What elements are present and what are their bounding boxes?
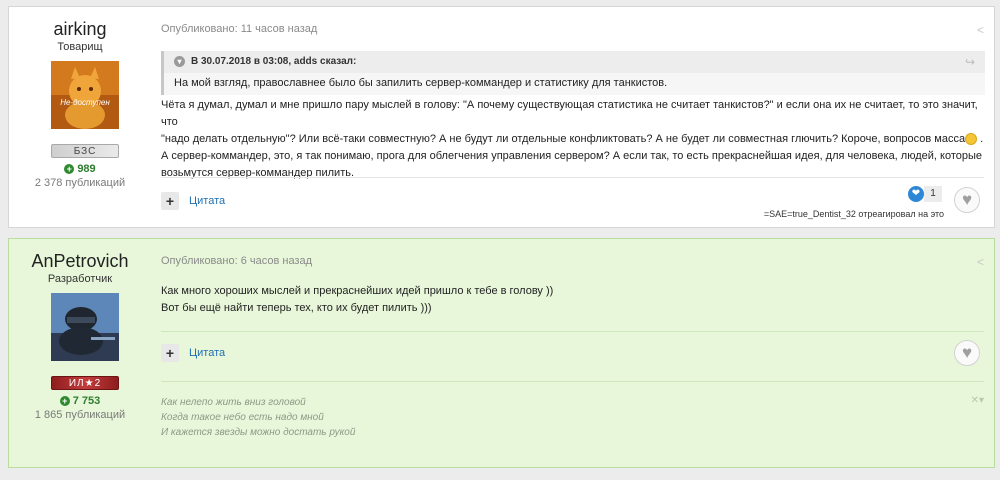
- badge-label: ИЛ★2: [68, 378, 102, 389]
- author-rank: Товарищ: [57, 41, 103, 53]
- divider: [161, 331, 984, 332]
- reaction-count: 1: [924, 185, 942, 202]
- user-badge: ИЛ★2: [51, 376, 119, 390]
- badge-label: БЗС: [73, 146, 97, 157]
- plus-icon: +: [59, 396, 70, 407]
- smiley-icon: [965, 133, 978, 146]
- signature-hide-icon[interactable]: ✕▾: [971, 395, 984, 406]
- share-icon[interactable]: <: [977, 255, 984, 269]
- publications-count: 2 378 публикаций: [34, 177, 126, 189]
- react-heart-button[interactable]: ♥: [954, 187, 980, 213]
- post-2: AnPetrovich Разработчик ИЛ★2 +7 753 1 86…: [8, 238, 995, 468]
- quote-button[interactable]: Цитата: [189, 347, 225, 359]
- signature-line: И кажется звезды можно достать рукой: [161, 427, 356, 438]
- post-content: Как много хороших мыслей и прекраснейших…: [161, 283, 987, 317]
- content-text: "надо делать отдельную"? Или всё-таки со…: [161, 133, 966, 145]
- content-line: "надо делать отдельную"? Или всё-таки со…: [161, 131, 987, 148]
- divider: [161, 381, 984, 382]
- quote-header: ▾ В 30.07.2018 в 03:08, adds сказал: ↪: [164, 51, 985, 73]
- quote-block: ▾ В 30.07.2018 в 03:08, adds сказал: ↪ На…: [161, 51, 985, 95]
- author-name[interactable]: AnPetrovich: [9, 251, 151, 272]
- quote-button[interactable]: Цитата: [189, 195, 225, 207]
- signature-line: Когда такое небо есть надо мной: [161, 412, 324, 423]
- multiquote-button[interactable]: +: [161, 344, 179, 362]
- reputation: +7 753: [9, 395, 151, 407]
- content-line: Вот бы ещё найти теперь тех, кто их буде…: [161, 302, 432, 314]
- jump-to-quote-icon[interactable]: ↪: [965, 51, 975, 73]
- avatar[interactable]: [51, 293, 119, 361]
- user-badge: БЗС: [51, 144, 119, 158]
- post-date[interactable]: Опубликовано: 6 часов назад: [161, 255, 312, 267]
- svg-text:Не-доступен: Не-доступен: [60, 98, 110, 107]
- content-line: Как много хороших мыслей и прекраснейших…: [161, 285, 554, 297]
- multiquote-button[interactable]: +: [161, 192, 179, 210]
- content-line: Чёта я думал, думал и мне пришло пару мы…: [161, 99, 978, 128]
- author-rank: Разработчик: [47, 273, 113, 285]
- divider: [161, 177, 984, 178]
- quote-text: На мой взгляд, православнее было бы запи…: [174, 77, 668, 89]
- share-icon[interactable]: <: [977, 23, 984, 37]
- arrow-circle-icon[interactable]: ▾: [174, 55, 185, 67]
- signature-line: Как нелепо жить вниз головой: [161, 397, 306, 408]
- quote-author: В 30.07.2018 в 03:08, adds сказал:: [191, 56, 357, 67]
- react-heart-button[interactable]: ♥: [954, 340, 980, 366]
- post-content: Чёта я думал, думал и мне пришло пару мы…: [161, 97, 987, 182]
- content-line: возьмутся сервер-коммандер пилить.: [161, 167, 355, 179]
- content-line: А сервер-коммандер, это, я так понимаю, …: [161, 150, 983, 162]
- post-date[interactable]: Опубликовано: 11 часов назад: [161, 23, 317, 35]
- reputation: +989: [9, 163, 151, 175]
- avatar[interactable]: Не-доступен: [51, 61, 119, 129]
- signature: Как нелепо жить вниз головой Когда такое…: [161, 395, 355, 440]
- reputation-value: 7 753: [72, 395, 101, 407]
- content-tail: .: [977, 133, 984, 145]
- like-icon: ❤: [908, 185, 924, 202]
- publications-count: 1 865 публикаций: [34, 409, 126, 421]
- reaction-summary[interactable]: ❤ 1: [908, 185, 942, 203]
- plus-icon: +: [64, 164, 75, 175]
- author-name[interactable]: airking: [9, 19, 151, 40]
- reaction-users[interactable]: =SAE=true_Dentist_32 отреагировал на это: [764, 209, 944, 219]
- post-1: airking Товарищ Не-доступен БЗС +989 2 3…: [8, 6, 995, 228]
- reputation-value: 989: [77, 163, 96, 175]
